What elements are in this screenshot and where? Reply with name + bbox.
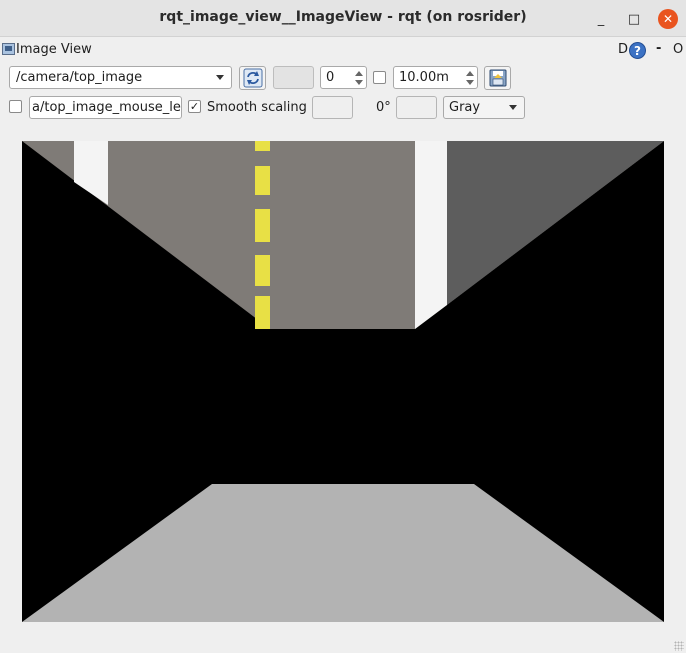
chevron-down-icon: [216, 75, 224, 80]
zoom-button[interactable]: [273, 66, 314, 89]
save-image-button[interactable]: [484, 66, 511, 90]
right-lane-line: [415, 141, 447, 329]
resize-grip[interactable]: [674, 641, 684, 651]
smooth-scaling-label[interactable]: Smooth scaling: [207, 100, 307, 115]
rotate-left-button[interactable]: [312, 96, 353, 119]
minimize-icon: _: [597, 11, 605, 27]
spin-arrows[interactable]: [354, 69, 364, 87]
rotation-label: 0°: [376, 100, 391, 115]
plugin-header: Image View D ? - O: [0, 40, 686, 60]
help-icon[interactable]: ?: [629, 42, 646, 59]
plugin-title: Image View: [16, 42, 92, 57]
spin-up-icon: [466, 71, 474, 76]
spin-down-icon: [355, 80, 363, 85]
spin-value: 0: [326, 70, 335, 85]
save-icon: [489, 69, 506, 87]
maximize-icon: □: [627, 11, 641, 27]
queue-size-spinbox[interactable]: 0: [320, 66, 367, 89]
close-icon: ✕: [662, 12, 674, 26]
rotate-right-button[interactable]: [396, 96, 437, 119]
image-view-canvas[interactable]: [22, 141, 664, 622]
time-spin-arrows[interactable]: [465, 69, 475, 87]
mouse-topic-value: a/top_image_mouse_left: [32, 100, 182, 115]
max-range-spinbox[interactable]: 10.00m: [393, 66, 478, 89]
colormap-select[interactable]: Gray: [443, 96, 525, 119]
maximize-button[interactable]: □: [624, 9, 644, 29]
window-titlebar: rqt_image_view__ImageView - rqt (on rosr…: [0, 0, 686, 37]
refresh-icon: [243, 68, 262, 88]
spin-up-icon: [355, 71, 363, 76]
lane-dash: [255, 296, 270, 329]
image-view-icon: [2, 43, 15, 55]
minimize-button[interactable]: _: [591, 9, 611, 29]
options-button[interactable]: O: [673, 42, 683, 57]
lane-dash: [255, 209, 270, 242]
lane-dash: [255, 255, 270, 286]
topic-value: /camera/top_image: [16, 70, 143, 85]
window-title: rqt_image_view__ImageView - rqt (on rosr…: [159, 9, 527, 25]
lane-dash: [255, 141, 270, 151]
topic-select[interactable]: /camera/top_image: [9, 66, 232, 89]
check-icon: ✓: [189, 100, 200, 113]
publish-mouse-checkbox[interactable]: [9, 100, 22, 113]
time-value: 10.00m: [399, 70, 449, 85]
refresh-topics-button[interactable]: [239, 66, 266, 90]
colormap-value: Gray: [449, 100, 481, 115]
camera-image: [22, 141, 664, 622]
dock-button[interactable]: D: [618, 42, 628, 57]
mouse-topic-input[interactable]: a/top_image_mouse_left: [29, 96, 182, 119]
minimize-plugin-button[interactable]: -: [656, 41, 661, 56]
dynamic-range-checkbox[interactable]: [373, 71, 386, 84]
spin-down-icon: [466, 80, 474, 85]
chevron-down-icon: [509, 105, 517, 110]
lane-dash: [255, 166, 270, 195]
close-button[interactable]: ✕: [658, 9, 678, 29]
smooth-scaling-checkbox[interactable]: ✓: [188, 100, 201, 113]
